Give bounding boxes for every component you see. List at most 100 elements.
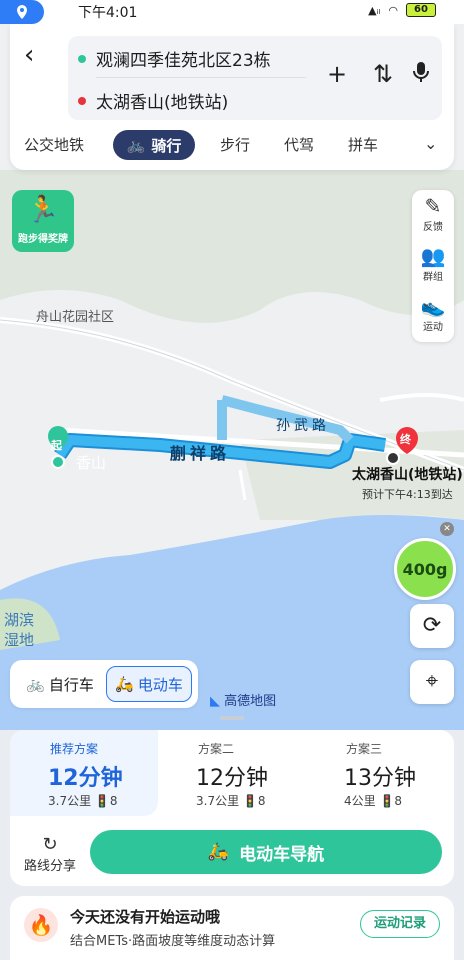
badge-label: 跑步得奖牌 <box>18 234 68 245</box>
carbon-saving-bubble[interactable]: 400g <box>394 538 456 600</box>
wifi-icon: ◠ <box>388 3 398 17</box>
plan-title: 方案三 <box>346 742 383 756</box>
poi-community-label: 舟山花园社区 <box>36 310 115 325</box>
destination-field[interactable]: 太湖香山(地铁站) <box>78 88 228 113</box>
plan-meta: 4公里 🚦8 <box>344 792 402 809</box>
route-search-card: ‹ 观澜四季佳苑北区23栋 太湖香山(地铁站) + ⇅ 公交地铁 🚲 骑行 步行… <box>10 24 454 170</box>
plan-lights: 8 <box>109 794 118 808</box>
destination-dot-icon <box>78 96 86 105</box>
chevron-down-icon[interactable]: ⌄ <box>424 134 437 153</box>
tab-walking[interactable]: 步行 <box>220 134 250 155</box>
pencil-icon: ✎ <box>424 194 442 218</box>
refresh-route-button[interactable]: ⟳ <box>410 604 454 648</box>
running-medal-badge[interactable]: 🏃 跑步得奖牌 <box>12 190 74 252</box>
lake-label: 湖滨湿地 <box>4 611 35 649</box>
tab-cycling-label: 骑行 <box>151 136 182 155</box>
start-area-label: 香山 <box>76 454 107 472</box>
end-marker: 终 <box>400 433 411 446</box>
road-label-sunwu: 孙武路 <box>276 418 330 434</box>
plan-distance: 4公里 <box>344 794 376 808</box>
back-button[interactable]: ‹ <box>24 42 48 68</box>
feedback-button[interactable]: ✎ 反馈 <box>412 194 454 233</box>
destination-label: 太湖香山(地铁站) <box>352 467 463 483</box>
plan-card-2[interactable]: 方案二 12分钟 3.7公里 🚦8 <box>158 730 306 816</box>
navigation-label: 电动车导航 <box>239 844 325 865</box>
runners-icon: 🏃 <box>26 195 60 225</box>
brand-logo: ◣ 高德地图 <box>210 690 276 709</box>
plan-duration: 12分钟 <box>196 766 268 791</box>
refresh-icon: ⟳ <box>422 613 442 638</box>
location-icon <box>0 0 44 24</box>
plan-distance: 3.7公里 <box>48 794 92 808</box>
plan-title: 方案二 <box>198 742 235 756</box>
sport-card-subtitle: 结合METs·路面坡度等维度动态计算 <box>70 934 276 949</box>
start-marker: 起 <box>51 439 62 452</box>
road-label-kuaixiang: 蒯祥路 <box>170 444 231 463</box>
plan-duration: 12分钟 <box>48 766 123 791</box>
share-label: 路线分享 <box>23 859 76 874</box>
close-icon[interactable]: ✕ <box>440 522 454 536</box>
gaode-logo-icon: ◣ <box>210 694 220 709</box>
eta-label: 预计下午4:13到达 <box>362 488 453 501</box>
plus-icon[interactable]: + <box>322 60 352 88</box>
map-side-toolbar: ✎ 反馈 👥 群组 👟 运动 <box>412 190 454 342</box>
fire-icon: 🔥 <box>24 908 58 942</box>
sport-label: 运动 <box>423 322 443 333</box>
origin-field[interactable]: 观澜四季佳苑北区23栋 <box>78 46 271 71</box>
microphone-icon[interactable] <box>406 60 436 90</box>
start-navigation-button[interactable]: 🛵 电动车导航 <box>90 830 442 874</box>
drag-handle[interactable] <box>220 716 244 720</box>
sport-button[interactable]: 👟 运动 <box>412 294 454 333</box>
bike-label: 自行车 <box>48 675 94 694</box>
signal-icon: ▲ᵢₗ <box>368 3 381 17</box>
travel-mode-tabs: 公交地铁 🚲 骑行 步行 代驾 拼车 ⌄ <box>10 128 454 162</box>
sport-card: 🔥 今天还没有开始运动哦 结合METs·路面坡度等维度动态计算 运动记录 <box>10 896 454 960</box>
status-bar: 下午4:01 ▲ᵢₗ ◠ 60 <box>0 0 464 24</box>
ebike-label: 电动车 <box>137 675 183 694</box>
bicycle-icon: 🚲 <box>126 136 146 154</box>
tab-carpool[interactable]: 拼车 <box>348 134 378 155</box>
plan-card-recommended[interactable]: 推荐方案 12分钟 3.7公里 🚦8 <box>10 730 158 816</box>
bicycle-icon: 🚲 <box>26 675 45 693</box>
plan-card-3[interactable]: 方案三 13分钟 4公里 🚦8 <box>306 730 454 816</box>
traffic-light-icon: 🚦 <box>379 794 395 808</box>
tab-chauffeur[interactable]: 代驾 <box>284 134 314 155</box>
tab-cycling[interactable]: 🚲 骑行 <box>113 130 195 160</box>
bike-option[interactable]: 🚲 自行车 <box>18 666 102 702</box>
sport-record-button[interactable]: 运动记录 <box>360 910 440 938</box>
crosshair-icon: ⌖ <box>425 669 439 694</box>
share-route-button[interactable]: ↻ 路线分享 <box>22 834 78 874</box>
plan-title: 推荐方案 <box>50 742 99 756</box>
plan-lights: 8 <box>394 794 403 808</box>
vehicle-toggle: 🚲 自行车 🛵 电动车 <box>10 660 198 708</box>
feedback-label: 反馈 <box>423 222 443 233</box>
brand-label: 高德地图 <box>224 694 277 709</box>
destination-text: 太湖香山(地铁站) <box>96 93 229 113</box>
running-shoe-icon: 👟 <box>420 294 446 318</box>
locate-button[interactable]: ⌖ <box>410 660 454 704</box>
ebike-option[interactable]: 🛵 电动车 <box>106 666 192 702</box>
scooter-icon: 🛵 <box>115 675 134 693</box>
status-time: 下午4:01 <box>78 5 138 21</box>
plan-meta: 3.7公里 🚦8 <box>48 792 118 809</box>
swap-icon[interactable]: ⇅ <box>368 60 398 88</box>
origin-text: 观澜四季佳苑北区23栋 <box>96 51 271 71</box>
plan-distance: 3.7公里 <box>196 794 240 808</box>
share-icon: ↻ <box>42 834 58 855</box>
tab-transit[interactable]: 公交地铁 <box>24 134 84 155</box>
origin-dot-icon <box>78 54 86 63</box>
plan-meta: 3.7公里 🚦8 <box>196 792 266 809</box>
plan-duration: 13分钟 <box>344 766 416 791</box>
route-plans-panel: 推荐方案 12分钟 3.7公里 🚦8 方案二 12分钟 3.7公里 🚦8 方案三… <box>10 730 454 886</box>
group-label: 群组 <box>423 272 443 283</box>
traffic-light-icon: 🚦 <box>94 794 110 808</box>
group-button[interactable]: 👥 群组 <box>412 244 454 283</box>
carbon-value: 400g <box>402 559 448 579</box>
plan-lights: 8 <box>257 794 266 808</box>
sport-card-title: 今天还没有开始运动哦 <box>70 908 221 926</box>
group-icon: 👥 <box>420 244 446 268</box>
battery-indicator: 60 <box>406 3 436 17</box>
route-input-box: 观澜四季佳苑北区23栋 太湖香山(地铁站) + ⇅ <box>68 36 442 120</box>
route-divider <box>96 77 306 78</box>
scooter-icon: 🛵 <box>207 842 230 862</box>
